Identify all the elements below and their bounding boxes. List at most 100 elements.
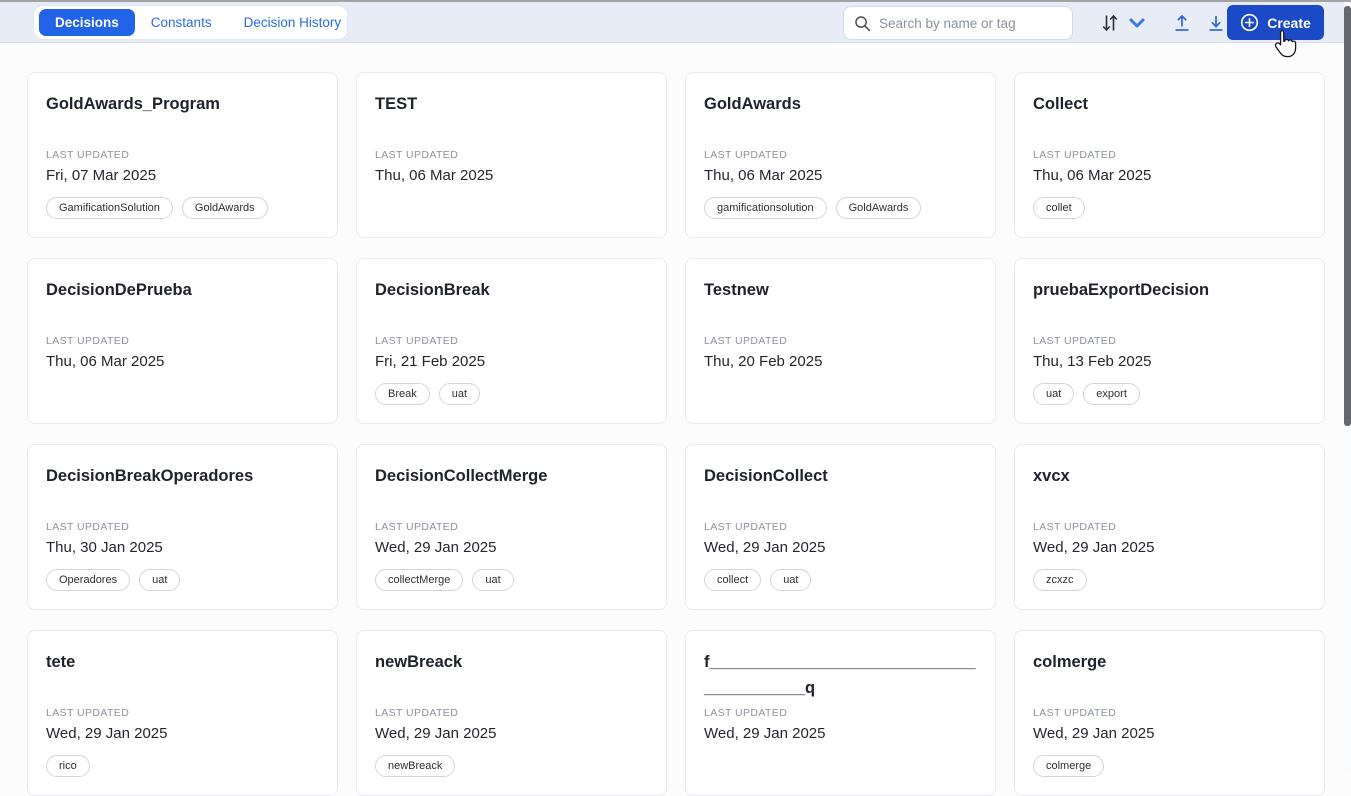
tag-pill[interactable]: export (1083, 383, 1140, 405)
card-meta: LAST UPDATED Thu, 06 Mar 2025 (1033, 149, 1308, 184)
tag-pill[interactable]: uat (1033, 383, 1075, 405)
last-updated-label: LAST UPDATED (375, 707, 459, 719)
tag-pill[interactable]: uat (438, 383, 481, 405)
last-updated-label: LAST UPDATED (375, 335, 459, 347)
tab-decision-history[interactable]: Decision History (228, 9, 358, 36)
card-title: tete (46, 653, 76, 671)
tag-pill[interactable]: newBreack (375, 755, 456, 777)
scrollbar-track[interactable] (1344, 2, 1351, 772)
tag-pill[interactable]: GamificationSolution (46, 197, 173, 219)
last-updated-date: Fri, 21 Feb 2025 (375, 353, 486, 370)
tag-pill[interactable]: zcxzc (1033, 569, 1087, 591)
card-title: TEST (375, 95, 418, 113)
search-box[interactable] (843, 6, 1073, 40)
tab-constants[interactable]: Constants (135, 9, 228, 36)
decision-card[interactable]: Testnew LAST UPDATED Thu, 20 Feb 2025 (685, 258, 996, 424)
tag-list: Break uat (375, 383, 650, 405)
tab-decisions[interactable]: Decisions (39, 9, 135, 36)
last-updated-label: LAST UPDATED (1033, 335, 1117, 347)
last-updated-label: LAST UPDATED (704, 149, 788, 161)
last-updated-label: LAST UPDATED (46, 707, 130, 719)
card-meta: LAST UPDATED Fri, 07 Mar 2025 (46, 149, 321, 184)
decision-card[interactable]: xvcx LAST UPDATED Wed, 29 Jan 2025 zcxzc (1014, 444, 1325, 610)
decision-card[interactable]: GoldAwards_Program LAST UPDATED Fri, 07 … (27, 72, 338, 238)
tag-pill[interactable]: uat (770, 569, 812, 591)
tag-list: zcxzc (1033, 569, 1308, 591)
tag-pill[interactable]: collect (704, 569, 762, 591)
create-button[interactable]: Create (1227, 5, 1324, 40)
card-meta: LAST UPDATED Wed, 29 Jan 2025 (375, 707, 650, 742)
sort-arrows-icon[interactable] (1098, 12, 1122, 34)
decision-card[interactable]: DecisionBreak LAST UPDATED Fri, 21 Feb 2… (356, 258, 667, 424)
decision-card[interactable]: TEST LAST UPDATED Thu, 06 Mar 2025 (356, 72, 667, 238)
tag-pill[interactable]: rico (46, 755, 90, 777)
last-updated-label: LAST UPDATED (46, 521, 130, 533)
last-updated-date: Wed, 29 Jan 2025 (1033, 539, 1155, 556)
decision-card[interactable]: colmerge LAST UPDATED Wed, 29 Jan 2025 c… (1014, 630, 1325, 796)
last-updated-date: Thu, 06 Mar 2025 (704, 167, 823, 184)
card-meta: LAST UPDATED Wed, 29 Jan 2025 (1033, 521, 1308, 556)
last-updated-label: LAST UPDATED (704, 707, 788, 719)
decision-card[interactable]: newBreack LAST UPDATED Wed, 29 Jan 2025 … (356, 630, 667, 796)
card-title: DecisionDePrueba (46, 281, 192, 299)
create-button-label: Create (1267, 14, 1311, 31)
decision-card[interactable]: DecisionCollect LAST UPDATED Wed, 29 Jan… (685, 444, 996, 610)
search-icon (855, 15, 871, 31)
decision-card[interactable]: f_______________________________________… (685, 630, 996, 796)
tag-pill[interactable]: gamificationsolution (704, 197, 827, 219)
upload-icon[interactable] (1170, 12, 1194, 34)
last-updated-date: Wed, 29 Jan 2025 (704, 725, 826, 742)
card-title: f_______________________________________… (704, 653, 976, 697)
last-updated-date: Thu, 30 Jan 2025 (46, 539, 163, 556)
card-meta: LAST UPDATED Thu, 06 Mar 2025 (46, 335, 321, 370)
last-updated-date: Wed, 29 Jan 2025 (375, 725, 497, 742)
card-meta: LAST UPDATED Wed, 29 Jan 2025 (1033, 707, 1308, 742)
chevron-down-icon[interactable] (1124, 12, 1150, 34)
decision-card[interactable]: pruebaExportDecision LAST UPDATED Thu, 1… (1014, 258, 1325, 424)
tag-list: colmerge (1033, 755, 1308, 777)
decision-card[interactable]: DecisionCollectMerge LAST UPDATED Wed, 2… (356, 444, 667, 610)
card-title: colmerge (1033, 653, 1107, 671)
card-title: DecisionBreakOperadores (46, 467, 254, 485)
card-meta: LAST UPDATED Thu, 30 Jan 2025 (46, 521, 321, 556)
tag-pill[interactable]: Break (375, 383, 430, 405)
tag-list: newBreack (375, 755, 650, 777)
decision-card[interactable]: tete LAST UPDATED Wed, 29 Jan 2025 rico (27, 630, 338, 796)
tag-pill[interactable]: uat (139, 569, 181, 591)
card-title: GoldAwards_Program (46, 95, 220, 113)
tag-list: collet (1033, 197, 1308, 219)
card-meta: LAST UPDATED Wed, 29 Jan 2025 (375, 521, 650, 556)
decision-card[interactable]: GoldAwards LAST UPDATED Thu, 06 Mar 2025… (685, 72, 996, 238)
scrollbar-thumb[interactable] (1344, 6, 1351, 426)
card-title: pruebaExportDecision (1033, 281, 1210, 299)
decision-card[interactable]: Collect LAST UPDATED Thu, 06 Mar 2025 co… (1014, 72, 1325, 238)
card-title: DecisionBreak (375, 281, 490, 299)
last-updated-label: LAST UPDATED (46, 335, 130, 347)
tag-list: collect uat (704, 569, 979, 591)
last-updated-date: Thu, 06 Mar 2025 (1033, 167, 1152, 184)
tag-pill[interactable]: GoldAwards (835, 197, 922, 219)
download-icon[interactable] (1204, 12, 1228, 34)
tab-group: Decisions Constants Decision History (33, 5, 348, 40)
tag-pill[interactable]: collectMerge (375, 569, 464, 591)
tag-pill[interactable]: GoldAwards (181, 197, 268, 219)
tag-pill[interactable]: colmerge (1033, 755, 1105, 777)
card-title: xvcx (1033, 467, 1070, 485)
tag-pill[interactable]: Operadores (46, 569, 131, 591)
card-grid: GoldAwards_Program LAST UPDATED Fri, 07 … (27, 72, 1344, 796)
tag-pill[interactable]: collet (1033, 197, 1085, 219)
card-meta: LAST UPDATED Fri, 21 Feb 2025 (375, 335, 650, 370)
card-title: DecisionCollect (704, 467, 828, 485)
last-updated-date: Wed, 29 Jan 2025 (46, 725, 168, 742)
search-input[interactable] (879, 15, 1059, 31)
topbar: Decisions Constants Decision History Sea… (0, 2, 1344, 43)
card-title: Testnew (704, 281, 769, 299)
card-title: Collect (1033, 95, 1089, 113)
card-title: newBreack (375, 653, 463, 671)
tag-list: GamificationSolution GoldAwards (46, 197, 321, 219)
last-updated-label: LAST UPDATED (1033, 149, 1117, 161)
decision-card[interactable]: DecisionDePrueba LAST UPDATED Thu, 06 Ma… (27, 258, 338, 424)
tag-pill[interactable]: uat (472, 569, 514, 591)
decision-card[interactable]: DecisionBreakOperadores LAST UPDATED Thu… (27, 444, 338, 610)
plus-circle-icon (1241, 13, 1259, 32)
